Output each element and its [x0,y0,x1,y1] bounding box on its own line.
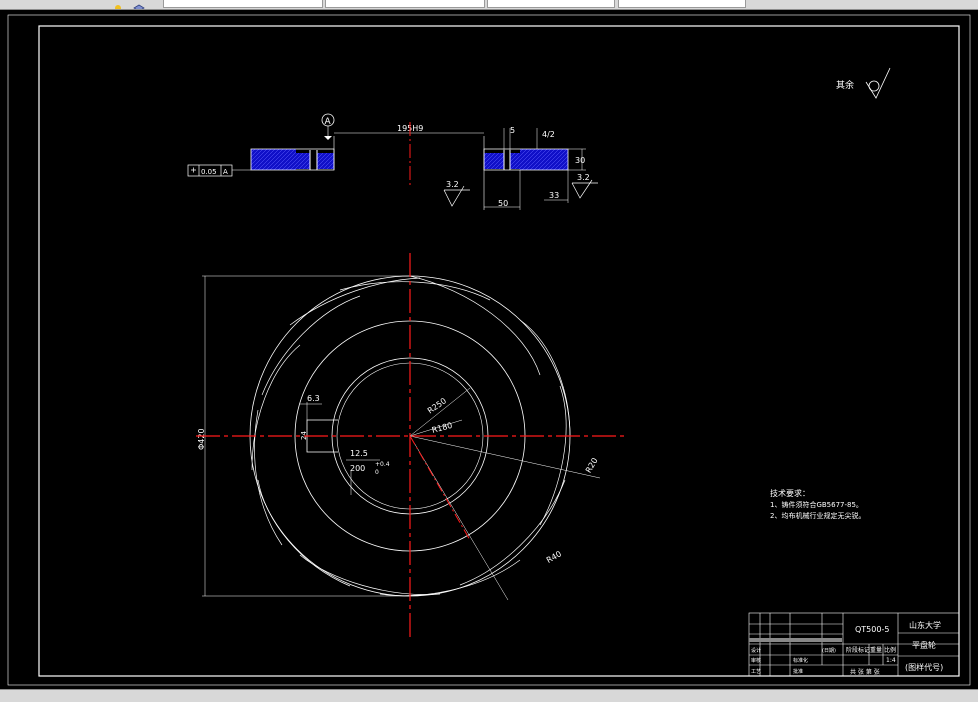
svg-text:0: 0 [375,469,379,476]
svg-text:技术要求：: 技术要求： [770,488,810,498]
sheet-outer-border [7,14,971,686]
svg-text:R250: R250 [426,396,448,415]
section-view: 195H9 A 5 4/2 30 50 33 3.2 3.2 [187,113,598,210]
lineweight-dropdown[interactable] [618,0,746,8]
svg-text:33: 33 [549,191,559,200]
sheet-inner-border [38,25,960,677]
svg-text:R20: R20 [584,456,600,474]
layer-icon[interactable] [133,0,145,9]
drawing-canvas[interactable]: 其余 195H9 A 5 4/2 [0,10,978,690]
svg-text:工艺: 工艺 [751,669,761,675]
svg-text:12.5: 12.5 [350,449,368,458]
svg-text:批准: 批准 [793,668,803,675]
svg-text:30: 30 [575,156,585,165]
svg-text:共 张 第 张: 共 张 第 张 [850,668,880,676]
roughness-symbol: 3.2 [571,173,598,199]
svg-text:50: 50 [498,199,508,208]
svg-text:Φ420: Φ420 [197,428,206,450]
roughness-other-symbol: 其余 [836,67,891,99]
svg-text:24: 24 [300,431,308,440]
status-bar [0,689,978,702]
svg-text:4/2: 4/2 [542,130,555,139]
svg-text:5: 5 [510,126,515,135]
svg-text:R180: R180 [431,421,453,435]
svg-text:3.2: 3.2 [577,173,590,182]
svg-text:6.3: 6.3 [307,394,320,403]
technical-requirements: 技术要求： 1、铸件须符合GB5677-85。 2、均布机械行业规定无尖锐。 [770,488,865,520]
svg-text:阶段标记: 阶段标记 [846,646,870,654]
linetype-dropdown[interactable] [487,0,615,8]
roughness-symbol: 3.2 [443,180,470,207]
title-part: 平盘轮 [912,640,936,650]
svg-text:审核: 审核 [751,657,761,664]
svg-text:设计: 设计 [751,647,761,654]
svg-text:标准化: 标准化 [793,657,808,664]
svg-text:A: A [325,117,332,127]
svg-text:200: 200 [350,464,365,473]
svg-text:+0.4: +0.4 [375,461,390,468]
toolbar [0,0,978,10]
svg-text:(日期): (日期) [822,648,836,654]
title-school: 山东大学 [909,620,941,630]
svg-text:R40: R40 [545,549,563,565]
title-code: (图样代号) [905,662,943,672]
lightbulb-icon[interactable] [113,0,123,9]
svg-text:1、铸件须符合GB5677-85。: 1、铸件须符合GB5677-85。 [770,500,863,509]
title-material: QT500-5 [855,625,889,634]
svg-text:A: A [223,168,228,176]
color-dropdown[interactable] [325,0,485,8]
svg-text:其余: 其余 [836,79,854,91]
svg-text:0.05: 0.05 [201,168,217,176]
tolerance-frame: 0.05 A [187,164,251,177]
svg-text:比例: 比例 [884,646,896,654]
svg-text:重量: 重量 [870,646,882,654]
title-block-hatch [749,638,842,642]
plan-view: 6.3 24 12.5 200 +0.4 0 R250 R180 Φ420 R4… [196,253,624,640]
svg-text:1:4: 1:4 [886,657,896,664]
layer-dropdown[interactable] [163,0,323,8]
svg-text:3.2: 3.2 [446,180,459,189]
cad-drawing: 其余 195H9 A 5 4/2 [7,14,971,686]
svg-text:2、均布机械行业规定无尖锐。: 2、均布机械行业规定无尖锐。 [770,511,865,520]
